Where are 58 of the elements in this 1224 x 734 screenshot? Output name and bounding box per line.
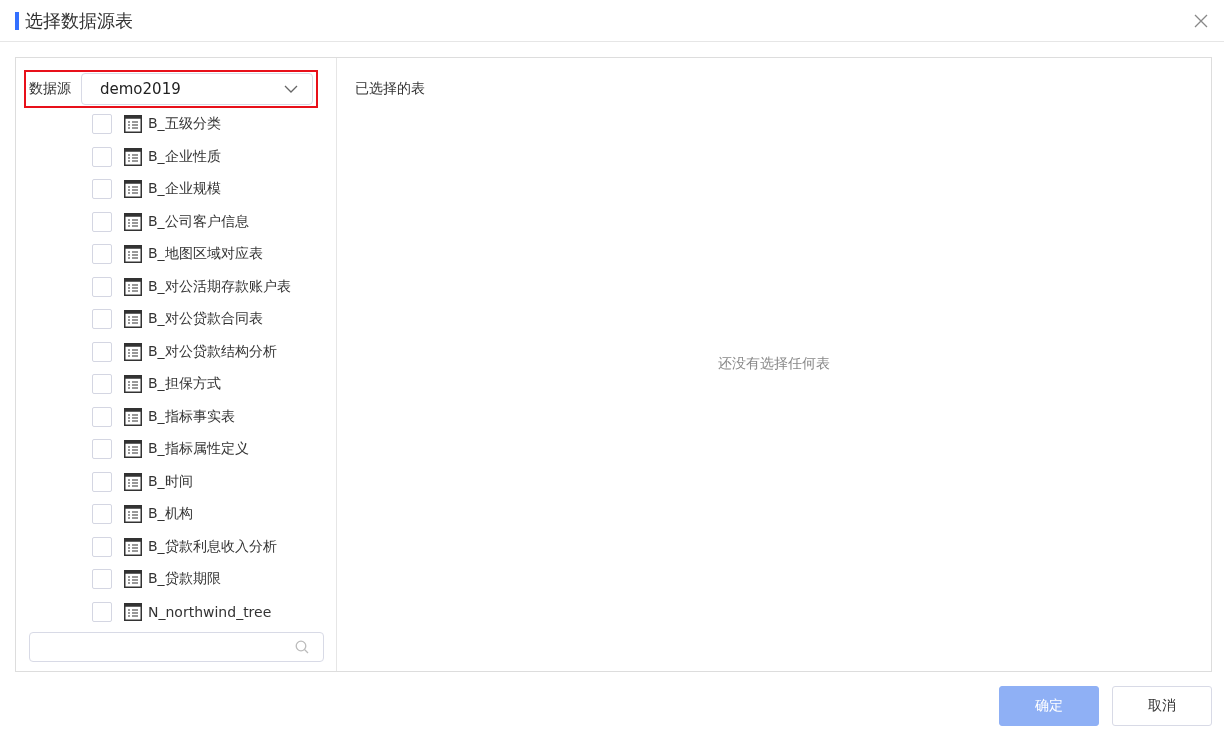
datasource-dropdown[interactable]: demo2019 [81,73,313,105]
table-icon [124,602,142,621]
checkbox[interactable] [92,439,112,460]
table-name[interactable]: B_时间 [148,472,193,491]
checkbox[interactable] [92,244,112,265]
dialog-title: 选择数据源表 [25,8,134,33]
table-name[interactable]: B_五级分类 [148,115,221,134]
checkbox[interactable] [92,179,112,200]
checkbox[interactable] [92,471,112,492]
table-icon [124,147,142,166]
checkbox[interactable] [92,309,112,330]
table-icon [124,277,142,296]
table-icon [124,537,142,556]
checkbox[interactable] [92,114,112,135]
table-name[interactable]: B_指标属性定义 [148,440,249,459]
table-name[interactable]: B_机构 [148,505,193,524]
checkbox[interactable] [92,536,112,557]
table-name[interactable]: B_企业规模 [148,180,221,199]
cancel-button[interactable]: 取消 [1112,686,1212,726]
table-icon [124,407,142,426]
empty-message: 还没有选择任何表 [718,354,830,373]
selected-tables-title: 已选择的表 [355,80,426,98]
table-name[interactable]: B_企业性质 [148,147,221,166]
table-icon [124,245,142,264]
checkbox[interactable] [92,601,112,622]
table-icon [124,375,142,394]
table-icon [124,440,142,459]
table-name[interactable]: B_地图区域对应表 [148,245,263,264]
table-name[interactable]: B_贷款利息收入分析 [148,537,277,556]
checkbox[interactable] [92,569,112,590]
checkbox[interactable] [92,211,112,232]
table-name[interactable]: B_对公贷款结构分析 [148,342,277,361]
close-icon[interactable] [1194,13,1208,28]
search-field[interactable] [29,632,324,662]
table-icon [124,310,142,329]
table-icon [124,505,142,524]
chevron-down-icon [284,85,298,93]
table-icon [124,342,142,361]
checkbox[interactable] [92,276,112,297]
table-icon [124,570,142,589]
table-icon [124,180,142,199]
table-name[interactable]: B_贷款期限 [148,570,221,589]
table-name[interactable]: B_对公活期存款账户表 [148,277,291,296]
checkbox[interactable] [92,341,112,362]
checkbox[interactable] [92,146,112,167]
table-name[interactable]: B_担保方式 [148,375,221,394]
checkbox[interactable] [92,504,112,525]
checkbox[interactable] [92,406,112,427]
search-icon [295,640,309,654]
table-icon [124,472,142,491]
checkbox[interactable] [92,374,112,395]
table-icon [124,115,142,134]
table-icon [124,212,142,231]
table-name[interactable]: B_指标事实表 [148,407,235,426]
table-name[interactable]: B_对公贷款合同表 [148,310,263,329]
table-name[interactable]: B_公司客户信息 [148,212,249,231]
datasource-label: 数据源 [29,80,71,98]
table-name[interactable]: N_northwind_tree [148,603,272,620]
